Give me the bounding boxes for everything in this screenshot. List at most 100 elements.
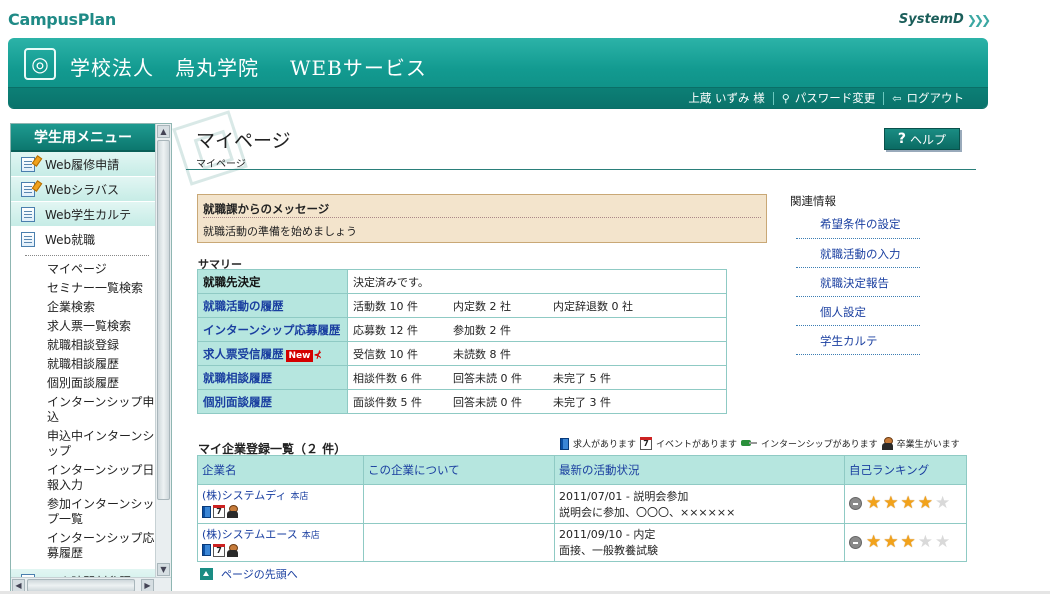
- sidebar-subitem[interactable]: 就職相談履歴: [11, 355, 155, 374]
- sidebar-subitem[interactable]: 就職相談登録: [11, 336, 155, 355]
- summary-key-label[interactable]: 個別面談履歴: [203, 395, 272, 409]
- summary-key-label: 就職先決定: [203, 274, 261, 289]
- sidebar-item-web-registration[interactable]: Web履修申請: [11, 152, 155, 177]
- star-icon[interactable]: ★: [901, 495, 916, 512]
- summary-table: 就職先決定 決定済みです。 就職活動の履歴 活動数 10 件 内定数 2 社 内定辞退数 …: [197, 269, 727, 414]
- table-row: (株)システムディ 本店 7 2011/07/01 - 説明会参加 説明会に参加、〇〇〇…: [197, 484, 967, 524]
- ranking-stars: ★ ★ ★ ★ ★: [849, 495, 962, 512]
- sidebar-subitem[interactable]: 企業検索: [11, 298, 155, 317]
- star-icon[interactable]: ★: [883, 495, 898, 512]
- table-row: (株)システムエース 本店 7 2011/09/10 - 内定 面接、一般教養試験 ★ ★ ★…: [197, 522, 967, 562]
- sidebar-subitem[interactable]: インターンシップ応募履歴: [11, 529, 155, 563]
- star-icon[interactable]: ★: [883, 533, 898, 551]
- sidebar-subitem[interactable]: マイページ: [11, 260, 155, 279]
- alumni-icon: [881, 437, 893, 450]
- ranking-cell: ★ ★ ★ ★ ★: [844, 484, 967, 524]
- summary-value: 面談件数 5 件: [353, 395, 422, 409]
- summary-key-label[interactable]: インターンシップ応募履歴: [203, 323, 340, 337]
- help-button[interactable]: ? ヘルプ: [884, 128, 960, 150]
- alumni-icon[interactable]: [227, 543, 238, 557]
- internship-icon: [741, 438, 758, 450]
- message-body: 就職活動の準備を始めましょう: [203, 225, 357, 238]
- sidebar-subitem[interactable]: 申込中インターンシップ: [11, 427, 155, 461]
- event-calendar-icon[interactable]: 7: [213, 505, 225, 518]
- summary-key-label[interactable]: 就職相談履歴: [203, 371, 272, 385]
- summary-key[interactable]: 就職活動の履歴: [197, 293, 348, 318]
- summary-key[interactable]: 求人票受信履歴 New ⊀: [197, 341, 348, 366]
- star-icon[interactable]: ★: [901, 533, 916, 551]
- column-header-company[interactable]: 企業名: [197, 455, 364, 485]
- job-posting-icon[interactable]: [202, 544, 211, 556]
- related-link-preferences[interactable]: 希望条件の設定: [796, 215, 920, 239]
- summary-value: 未読数 8 件: [453, 347, 511, 361]
- company-cell: (株)システムエース 本店 7: [197, 522, 364, 562]
- summary-key-label[interactable]: 就職活動の履歴: [203, 299, 284, 313]
- company-name-link[interactable]: (株)システムエース: [202, 528, 298, 541]
- star-icon[interactable]: ★: [935, 495, 950, 512]
- column-header-ranking[interactable]: 自己ランキング: [844, 455, 967, 485]
- school-name: 学校法人 烏丸学院: [70, 56, 259, 80]
- sidebar-subitem[interactable]: 求人票一覧検索: [11, 317, 155, 336]
- star-icon[interactable]: ★: [866, 495, 881, 512]
- alumni-icon[interactable]: [227, 505, 238, 518]
- summary-key-label[interactable]: 求人票受信履歴: [203, 347, 284, 361]
- summary-value: 活動数 10 件: [353, 299, 418, 313]
- sidebar-subitem[interactable]: インターンシップ申込: [11, 393, 155, 427]
- column-header-activity[interactable]: 最新の活動状況: [554, 455, 845, 485]
- sidebar-subitem[interactable]: 個別面談履歴: [11, 374, 155, 393]
- summary-value: 応募数 12 件: [353, 323, 418, 337]
- school-emblem-icon: ◎: [24, 48, 56, 80]
- question-icon: ?: [897, 131, 907, 147]
- summary-key[interactable]: 個別面談履歴: [197, 389, 348, 414]
- notebook-icon: [21, 206, 35, 222]
- company-name-link[interactable]: (株)システムディ: [202, 489, 286, 502]
- password-change-link[interactable]: ⚲ パスワード変更: [774, 90, 884, 106]
- summary-value: 回答未読 0 件: [453, 395, 522, 409]
- minus-icon[interactable]: [849, 497, 862, 511]
- utility-bar: 上蔵 いずみ 様 ⚲ パスワード変更 ⇦ ログアウト: [8, 87, 988, 108]
- summary-values: 相談件数 6 件 回答未読 0 件 未完了 5 件: [347, 365, 727, 390]
- sidebar-item-web-job[interactable]: Web就職: [11, 227, 155, 252]
- key-icon: ⚲: [781, 91, 790, 105]
- activity-summary: 2011/07/01 - 説明会参加: [559, 489, 689, 503]
- star-icon[interactable]: ★: [935, 533, 950, 551]
- related-link-decision-report[interactable]: 就職決定報告: [796, 268, 920, 297]
- activity-detail: 面接、一般教養試験: [559, 544, 658, 558]
- message-heading: 就職課からのメッセージ: [203, 202, 330, 216]
- minus-icon[interactable]: [849, 535, 862, 549]
- branch-label: 本店: [290, 492, 309, 502]
- logout-link[interactable]: ⇦ ログアウト: [884, 90, 972, 106]
- sidebar-subitem[interactable]: セミナー一覧検索: [11, 279, 155, 298]
- sidebar-subitem[interactable]: 参加インターンシップ一覧: [11, 495, 155, 529]
- page-top-link[interactable]: ページの先頭へ: [200, 566, 298, 582]
- related-link-activity-input[interactable]: 就職活動の入力: [796, 239, 920, 268]
- summary-key[interactable]: インターンシップ応募履歴: [197, 317, 348, 342]
- sidebar-item-web-syllabus[interactable]: Webシラバス: [11, 177, 155, 202]
- table-header-row: 企業名 この企業について 最新の活動状況 自己ランキング: [197, 455, 967, 485]
- related-link-personal-settings[interactable]: 個人設定: [796, 297, 920, 326]
- sidebar-item-web-student-record[interactable]: Web学生カルテ: [11, 202, 155, 227]
- star-icon[interactable]: ★: [918, 533, 933, 551]
- event-calendar-icon[interactable]: 7: [213, 543, 225, 557]
- star-icon[interactable]: ★: [918, 495, 933, 512]
- company-table: 企業名 この企業について 最新の活動状況 自己ランキング (株)システムディ 本店…: [197, 455, 967, 562]
- column-header-about[interactable]: この企業について: [363, 455, 555, 485]
- scroll-thumb[interactable]: [157, 140, 170, 500]
- document-edit-icon: [21, 154, 43, 172]
- breadcrumb: マイページ: [196, 159, 246, 170]
- summary-key[interactable]: 就職相談履歴: [197, 365, 348, 390]
- sidebar-subitem[interactable]: インターンシップ日報入力: [11, 461, 155, 495]
- summary-row: 就職先決定 決定済みです。: [197, 269, 727, 294]
- job-posting-icon[interactable]: [202, 505, 211, 518]
- user-name: 上蔵 いずみ 様: [688, 91, 765, 105]
- scroll-down-icon[interactable]: ▼: [157, 563, 170, 576]
- sidebar-vertical-scrollbar[interactable]: ▲ ▼: [155, 124, 171, 577]
- related-link-student-record[interactable]: 学生カルテ: [796, 326, 920, 355]
- summary-row: 求人票受信履歴 New ⊀ 受信数 10 件 未読数 8 件: [197, 341, 727, 366]
- arrow-up-icon: [200, 568, 213, 580]
- summary-values: 決定済みです。: [347, 269, 727, 294]
- summary-values: 受信数 10 件 未読数 8 件: [347, 341, 727, 366]
- star-icon[interactable]: ★: [866, 533, 881, 551]
- new-arrow-icon: ⊀: [313, 349, 322, 361]
- scroll-up-icon[interactable]: ▲: [157, 125, 170, 138]
